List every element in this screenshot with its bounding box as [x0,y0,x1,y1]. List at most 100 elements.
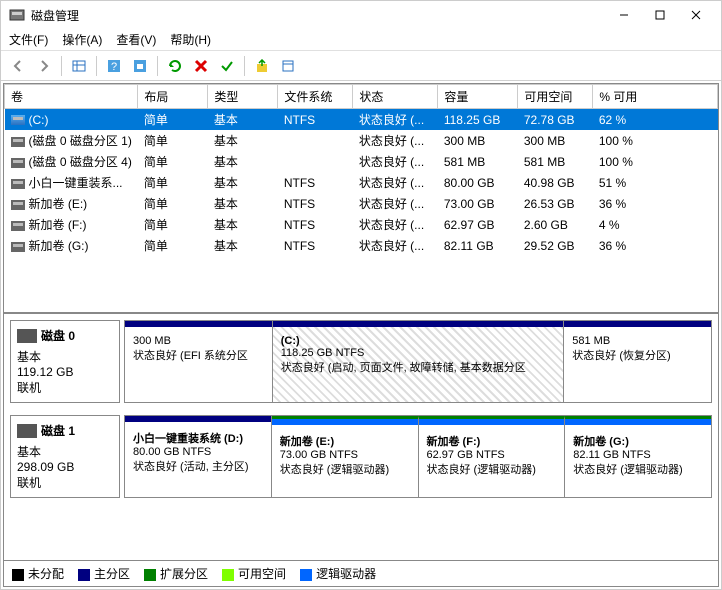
table-cell: 基本 [208,172,278,193]
menu-help[interactable]: 帮助(H) [170,31,211,48]
content-area: 卷 布局 类型 文件系统 状态 容量 可用空间 % 可用 (C:)简单基本NTF… [3,83,719,587]
volume-list[interactable]: 卷 布局 类型 文件系统 状态 容量 可用空间 % 可用 (C:)简单基本NTF… [4,84,718,314]
table-cell: 73.00 GB [438,193,518,214]
table-cell: 状态良好 (... [353,193,438,214]
table-cell: 简单 [138,109,208,131]
check-button[interactable] [216,55,238,77]
table-cell: 26.53 GB [518,193,593,214]
col-layout[interactable]: 布局 [138,85,208,109]
table-cell: 新加卷 (E:) [5,193,138,214]
svg-text:?: ? [111,61,117,73]
col-capacity[interactable]: 容量 [438,85,518,109]
table-cell: 36 % [593,193,718,214]
volume-icon [11,158,25,168]
close-button[interactable] [679,5,713,25]
table-row[interactable]: 新加卷 (G:)简单基本NTFS状态良好 (...82.11 GB29.52 G… [5,235,718,256]
table-cell: 36 % [593,235,718,256]
col-volume[interactable]: 卷 [5,85,138,109]
table-cell: 581 MB [518,151,593,172]
table-cell: 62.97 GB [438,214,518,235]
table-cell: 4 % [593,214,718,235]
table-row[interactable]: 新加卷 (E:)简单基本NTFS状态良好 (...73.00 GB26.53 G… [5,193,718,214]
table-cell: 简单 [138,235,208,256]
table-cell: 基本 [208,214,278,235]
table-row[interactable]: (磁盘 0 磁盘分区 1)简单基本状态良好 (...300 MB300 MB10… [5,130,718,151]
volume-icon [11,137,25,147]
table-cell: 581 MB [438,151,518,172]
table-cell: 简单 [138,130,208,151]
col-fs[interactable]: 文件系统 [278,85,353,109]
table-cell: 状态良好 (... [353,172,438,193]
table-cell: 62 % [593,109,718,131]
volume-icon [11,200,25,210]
table-cell: 状态良好 (... [353,109,438,131]
partition[interactable]: 新加卷 (G:)82.11 GB NTFS状态良好 (逻辑驱动器) [565,416,711,497]
menu-file[interactable]: 文件(F) [9,31,48,48]
col-status[interactable]: 状态 [353,85,438,109]
partition[interactable]: (C:)118.25 GB NTFS状态良好 (启动, 页面文件, 故障转储, … [273,321,565,402]
table-cell: NTFS [278,193,353,214]
legend-extended: 扩展分区 [144,565,208,582]
table-cell: 基本 [208,235,278,256]
window-title: 磁盘管理 [31,7,607,24]
graphical-view: 磁盘 0基本119.12 GB联机300 MB状态良好 (EFI 系统分区(C:… [4,314,718,560]
table-row[interactable]: (磁盘 0 磁盘分区 4)简单基本状态良好 (...581 MB581 MB10… [5,151,718,172]
help-button[interactable]: ? [103,55,125,77]
table-cell: 基本 [208,130,278,151]
table-cell: (C:) [5,109,138,131]
partition[interactable]: 新加卷 (F:)62.97 GB NTFS状态良好 (逻辑驱动器) [419,416,566,497]
table-row[interactable]: 新加卷 (F:)简单基本NTFS状态良好 (...62.97 GB2.60 GB… [5,214,718,235]
col-percent[interactable]: % 可用 [593,85,718,109]
table-cell: 300 MB [518,130,593,151]
menubar: 文件(F) 操作(A) 查看(V) 帮助(H) [1,29,721,51]
disk-row: 磁盘 1基本298.09 GB联机小白一键重装系统 (D:)80.00 GB N… [10,415,712,498]
view-list-button[interactable] [68,55,90,77]
table-cell: 新加卷 (F:) [5,214,138,235]
table-cell: 状态良好 (... [353,235,438,256]
table-cell: NTFS [278,172,353,193]
partition[interactable]: 小白一键重装系统 (D:)80.00 GB NTFS状态良好 (活动, 主分区) [125,416,272,497]
col-free[interactable]: 可用空间 [518,85,593,109]
table-row[interactable]: 小白一键重装系...简单基本NTFS状态良好 (...80.00 GB40.98… [5,172,718,193]
forward-button[interactable] [33,55,55,77]
table-cell: 基本 [208,109,278,131]
menu-action[interactable]: 操作(A) [62,31,102,48]
table-cell: 100 % [593,130,718,151]
table-cell [278,130,353,151]
partition[interactable]: 新加卷 (E:)73.00 GB NTFS状态良好 (逻辑驱动器) [272,416,419,497]
back-button[interactable] [7,55,29,77]
maximize-button[interactable] [643,5,677,25]
table-cell: NTFS [278,235,353,256]
table-cell: 300 MB [438,130,518,151]
table-cell: (磁盘 0 磁盘分区 1) [5,130,138,151]
export-button[interactable] [251,55,273,77]
table-cell: 简单 [138,172,208,193]
table-cell: 51 % [593,172,718,193]
table-cell: 小白一键重装系... [5,172,138,193]
refresh-icon[interactable] [164,55,186,77]
legend-logical: 逻辑驱动器 [300,565,376,582]
legend-primary: 主分区 [78,565,130,582]
properties-button[interactable] [277,55,299,77]
table-cell: 状态良好 (... [353,151,438,172]
col-type[interactable]: 类型 [208,85,278,109]
disk-label[interactable]: 磁盘 1基本298.09 GB联机 [10,415,120,498]
legend-free: 可用空间 [222,565,286,582]
table-cell: 100 % [593,151,718,172]
table-row[interactable]: (C:)简单基本NTFS状态良好 (...118.25 GB72.78 GB62… [5,109,718,131]
table-cell: (磁盘 0 磁盘分区 4) [5,151,138,172]
disk-label[interactable]: 磁盘 0基本119.12 GB联机 [10,320,120,403]
table-cell: 新加卷 (G:) [5,235,138,256]
disk-row: 磁盘 0基本119.12 GB联机300 MB状态良好 (EFI 系统分区(C:… [10,320,712,403]
menu-view[interactable]: 查看(V) [116,31,156,48]
partition[interactable]: 581 MB状态良好 (恢复分区) [564,321,711,402]
toolbar: ? [1,51,721,81]
partition[interactable]: 300 MB状态良好 (EFI 系统分区 [125,321,273,402]
table-cell: 状态良好 (... [353,214,438,235]
refresh-button[interactable] [129,55,151,77]
table-cell: 简单 [138,193,208,214]
volume-icon [11,242,25,252]
minimize-button[interactable] [607,5,641,25]
delete-button[interactable] [190,55,212,77]
disk-icon [17,329,37,343]
